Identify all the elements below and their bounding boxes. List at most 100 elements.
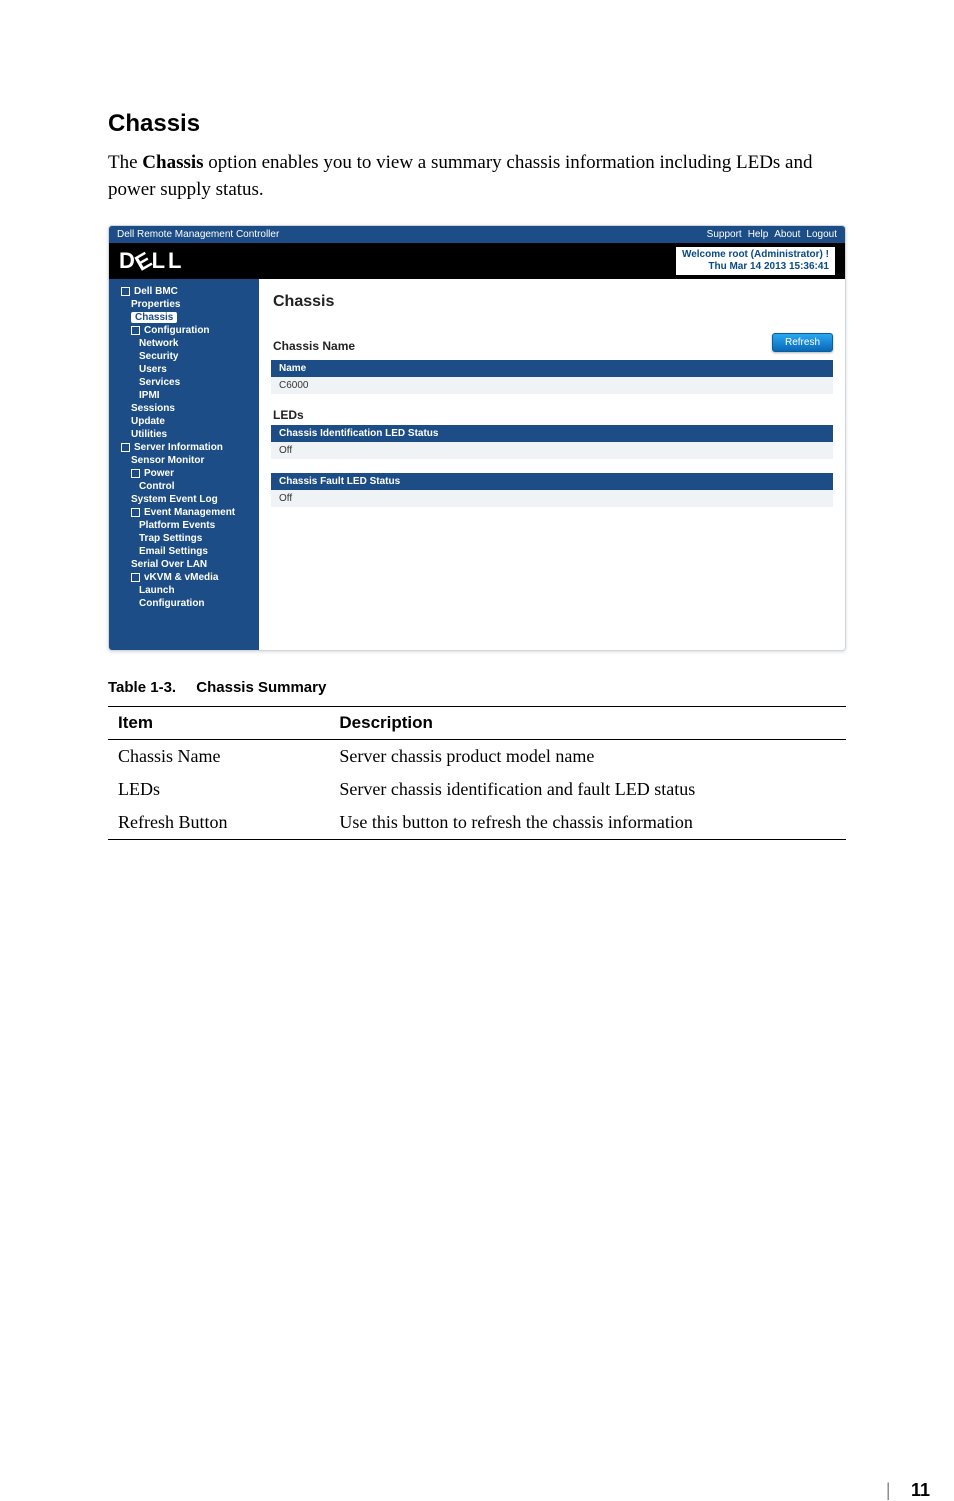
sidebar-item-label: Launch bbox=[139, 585, 175, 596]
cell-item: Chassis Name bbox=[108, 740, 329, 774]
window-title-links: Support Help About Logout bbox=[707, 229, 837, 240]
cell-desc: Server chassis product model name bbox=[329, 740, 846, 774]
cell-desc: Use this button to refresh the chassis i… bbox=[329, 806, 846, 840]
leds-label: LEDs bbox=[273, 408, 833, 422]
table-row: Refresh ButtonUse this button to refresh… bbox=[108, 806, 846, 840]
led-fault-value: Off bbox=[271, 490, 833, 507]
sidebar-item-label: Email Settings bbox=[139, 546, 208, 557]
sidebar-item[interactable]: Update bbox=[109, 415, 259, 428]
sidebar-item-label: Security bbox=[139, 351, 178, 362]
sidebar-item-label: Services bbox=[139, 377, 180, 388]
intro-after: option enables you to view a summary cha… bbox=[108, 152, 813, 200]
th-desc: Description bbox=[329, 707, 846, 740]
panel-heading: Chassis bbox=[273, 293, 833, 311]
intro-bold: Chassis bbox=[142, 152, 203, 173]
sidebar-item[interactable]: Network bbox=[109, 337, 259, 350]
sidebar-item-label: Event Management bbox=[144, 507, 235, 518]
sidebar-item[interactable]: Properties bbox=[109, 298, 259, 311]
sidebar-item-label: Sessions bbox=[131, 403, 175, 414]
sidebar-item-label: vKVM & vMedia bbox=[144, 572, 218, 583]
table-row: Chassis NameServer chassis product model… bbox=[108, 740, 846, 774]
cell-item: LEDs bbox=[108, 773, 329, 806]
sidebar-item-label: Power bbox=[144, 468, 174, 479]
led-id-value: Off bbox=[271, 442, 833, 459]
sidebar-item[interactable]: System Event Log bbox=[109, 493, 259, 506]
sidebar-item[interactable]: Security bbox=[109, 350, 259, 363]
embedded-screenshot: Dell Remote Management Controller Suppor… bbox=[108, 225, 846, 651]
sidebar-item-label: System Event Log bbox=[131, 494, 218, 505]
link-about[interactable]: About bbox=[774, 229, 800, 240]
link-logout[interactable]: Logout bbox=[806, 229, 837, 240]
table-caption-num: Table 1-3. bbox=[108, 679, 176, 696]
section-title: Chassis bbox=[108, 110, 846, 138]
main-panel: Chassis Chassis Name Refresh Name C6000 … bbox=[259, 279, 845, 650]
sidebar-item[interactable]: Platform Events bbox=[109, 519, 259, 532]
sidebar-list: Dell BMC Properties Chassis Configuration Ne… bbox=[109, 285, 259, 610]
summary-table: Item Description Chassis NameServer chas… bbox=[108, 706, 846, 840]
led-id-header: Chassis Identification LED Status bbox=[271, 425, 833, 442]
led-fault-header: Chassis Fault LED Status bbox=[271, 473, 833, 490]
table-caption: Table 1-3. Chassis Summary bbox=[108, 679, 846, 696]
sidebar-item[interactable]: IPMI bbox=[109, 389, 259, 402]
chassis-name-label: Chassis Name bbox=[273, 339, 355, 353]
table-row: LEDsServer chassis identification and fa… bbox=[108, 773, 846, 806]
sidebar-item-label: Chassis bbox=[131, 312, 177, 323]
sidebar-item-label: Trap Settings bbox=[139, 533, 202, 544]
sidebar-item[interactable]: Chassis bbox=[109, 311, 259, 324]
sidebar-item[interactable]: Sessions bbox=[109, 402, 259, 415]
logo-bar: DELL Welcome root (Administrator) ! Thu … bbox=[109, 243, 845, 279]
sidebar-item[interactable]: Server Information bbox=[109, 441, 259, 454]
led-fault-table: Chassis Fault LED Status Off bbox=[271, 473, 833, 507]
cell-item: Refresh Button bbox=[108, 806, 329, 840]
sidebar-item[interactable]: Users bbox=[109, 363, 259, 376]
chassis-name-value: C6000 bbox=[271, 377, 833, 394]
dell-logo: DELL bbox=[119, 248, 184, 274]
sidebar-item-label: Control bbox=[139, 481, 175, 492]
chassis-name-table: Name C6000 bbox=[271, 360, 833, 394]
sidebar-item-label: Configuration bbox=[139, 598, 205, 609]
welcome-time: Thu Mar 14 2013 15:36:41 bbox=[682, 261, 829, 273]
chassis-name-header: Name bbox=[271, 360, 833, 377]
page-footer: | 11 bbox=[0, 940, 954, 1501]
table-caption-label: Chassis Summary bbox=[196, 679, 326, 696]
sidebar-item[interactable]: vKVM & vMedia bbox=[109, 571, 259, 584]
sidebar-item-label: Sensor Monitor bbox=[131, 455, 204, 466]
sidebar-item[interactable]: Configuration bbox=[109, 324, 259, 337]
page-number: 11 bbox=[911, 1480, 930, 1500]
sidebar-item[interactable]: Utilities bbox=[109, 428, 259, 441]
sidebar-item[interactable]: Dell BMC bbox=[109, 285, 259, 298]
link-help[interactable]: Help bbox=[748, 229, 769, 240]
sidebar-item[interactable]: Power bbox=[109, 467, 259, 480]
sidebar-item-label: Configuration bbox=[144, 325, 210, 336]
led-id-table: Chassis Identification LED Status Off bbox=[271, 425, 833, 459]
welcome-user: Welcome root (Administrator) ! bbox=[682, 249, 829, 261]
sidebar-item[interactable]: Sensor Monitor bbox=[109, 454, 259, 467]
sidebar-item-label: IPMI bbox=[139, 390, 160, 401]
sidebar-item-label: Server Information bbox=[134, 442, 223, 453]
sidebar-item[interactable]: Services bbox=[109, 376, 259, 389]
intro-paragraph: The Chassis option enables you to view a… bbox=[108, 150, 846, 203]
link-support[interactable]: Support bbox=[707, 229, 742, 240]
sidebar-item-label: Network bbox=[139, 338, 178, 349]
window-titlebar: Dell Remote Management Controller Suppor… bbox=[109, 226, 845, 243]
intro-before: The bbox=[108, 152, 142, 173]
footer-separator: | bbox=[886, 1480, 891, 1500]
sidebar-item[interactable]: Email Settings bbox=[109, 545, 259, 558]
sidebar-item[interactable]: Control bbox=[109, 480, 259, 493]
sidebar-item-label: Dell BMC bbox=[134, 286, 178, 297]
cell-desc: Server chassis identification and fault … bbox=[329, 773, 846, 806]
sidebar-item-label: Users bbox=[139, 364, 167, 375]
refresh-button[interactable]: Refresh bbox=[772, 333, 833, 352]
sidebar-item[interactable]: Trap Settings bbox=[109, 532, 259, 545]
sidebar-item[interactable]: Launch bbox=[109, 584, 259, 597]
sidebar: Dell BMC Properties Chassis Configuration Ne… bbox=[109, 279, 259, 650]
sidebar-item-label: Update bbox=[131, 416, 165, 427]
welcome-block: Welcome root (Administrator) ! Thu Mar 1… bbox=[676, 247, 835, 275]
sidebar-item-label: Properties bbox=[131, 299, 180, 310]
window-title: Dell Remote Management Controller bbox=[117, 229, 279, 240]
sidebar-item[interactable]: Event Management bbox=[109, 506, 259, 519]
sidebar-item[interactable]: Configuration bbox=[109, 597, 259, 610]
sidebar-item-label: Serial Over LAN bbox=[131, 559, 207, 570]
sidebar-item-label: Platform Events bbox=[139, 520, 215, 531]
sidebar-item[interactable]: Serial Over LAN bbox=[109, 558, 259, 571]
